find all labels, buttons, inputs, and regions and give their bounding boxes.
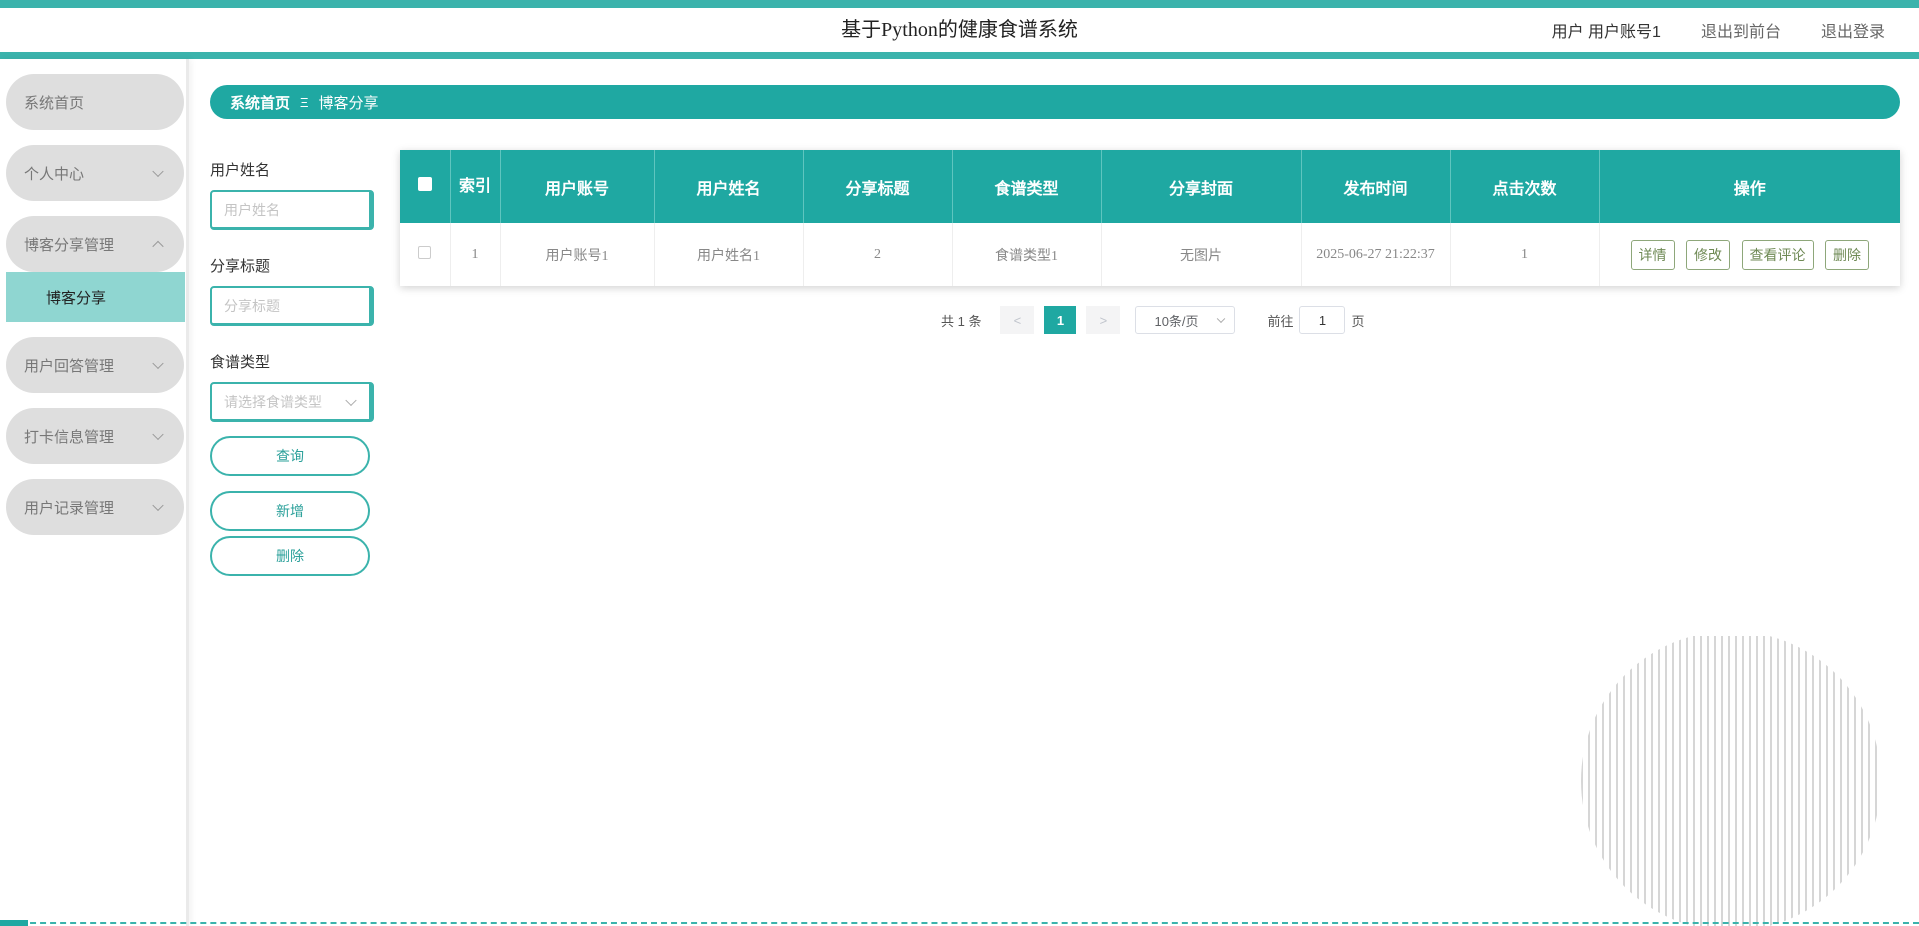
- goto-suffix: 页: [1351, 313, 1365, 329]
- view-comments-button[interactable]: 查看评论: [1741, 239, 1814, 270]
- chevron-down-icon: [152, 165, 164, 178]
- detail-button[interactable]: 详情: [1630, 239, 1675, 270]
- pagination-total: 共 1 条: [941, 313, 982, 329]
- chevron-down-icon: [152, 499, 164, 512]
- exit-to-front-link[interactable]: 退出到前台: [1701, 18, 1781, 42]
- sidebar-item-label: 用户回答管理: [24, 357, 115, 375]
- cell-cover: 无图片: [1101, 223, 1302, 286]
- username-input[interactable]: [224, 201, 354, 218]
- top-accent-bar: [0, 0, 1919, 8]
- sidebar-item-label: 打卡信息管理: [24, 428, 115, 446]
- share-title-input[interactable]: [224, 297, 354, 314]
- chevron-down-icon: [1217, 314, 1226, 324]
- cell-index: 1: [450, 223, 501, 286]
- cell-title: 2: [803, 223, 953, 286]
- username-label: 用户姓名: [210, 162, 271, 179]
- decorative-striped-circle: [1581, 636, 1877, 926]
- cell-clicks: 1: [1450, 223, 1600, 286]
- sidebar-item-label: 系统首页: [24, 94, 85, 112]
- recipe-type-placeholder: 请选择食谱类型: [224, 393, 322, 410]
- table-header-row: 索引 用户账号 用户姓名 分享标题 食谱类型 分享封面 发布时间 点击次数 操作: [400, 150, 1900, 223]
- share-title-label: 分享标题: [210, 258, 271, 275]
- column-header: 点击次数: [1450, 150, 1600, 223]
- sidebar-item-user-answer-management[interactable]: 用户回答管理: [6, 337, 184, 393]
- sidebar-subitem-blog-share[interactable]: 博客分享: [6, 272, 185, 322]
- header-actions: 用户 用户账号1 退出到前台 退出登录: [1552, 8, 1885, 52]
- cell-actions: 详情 修改 查看评论 删除: [1599, 223, 1900, 286]
- row-select-cell: [400, 223, 451, 286]
- query-button[interactable]: 查询: [210, 436, 370, 476]
- chevron-up-icon: [152, 240, 164, 253]
- breadcrumb-separator-icon: Ξ: [300, 94, 309, 110]
- sidebar-item-personal-center[interactable]: 个人中心: [6, 145, 184, 201]
- chevron-down-icon: [152, 428, 164, 441]
- row-checkbox[interactable]: [418, 245, 432, 259]
- page-number-current[interactable]: 1: [1044, 306, 1077, 334]
- sidebar-item-checkin-management[interactable]: 打卡信息管理: [6, 408, 184, 464]
- sidebar-menu: 系统首页 个人中心 博客分享管理 博客分享 用户回答管理 打卡信息管理 用户记录…: [6, 74, 185, 550]
- page-size-value: 10条/页: [1154, 313, 1199, 329]
- select-all-header: [400, 150, 451, 223]
- delete-selected-button[interactable]: 删除: [210, 536, 370, 576]
- recipe-type-label: 食谱类型: [210, 354, 271, 371]
- goto-page-input[interactable]: 1: [1299, 306, 1346, 334]
- breadcrumb: 系统首页 Ξ 博客分享: [210, 85, 1900, 119]
- column-header: 操作: [1599, 150, 1900, 223]
- column-header: 分享标题: [803, 150, 953, 223]
- table-row: 1 用户账号1 用户姓名1 2 食谱类型1 无图片 2025-06-27 21:…: [400, 223, 1900, 286]
- breadcrumb-home[interactable]: 系统首页: [230, 92, 290, 113]
- search-form: 用户姓名 分享标题 食谱类型 请选择食谱类型 查询 新增 删除: [210, 160, 375, 576]
- page-size-select[interactable]: 10条/页: [1135, 306, 1236, 334]
- bottom-accent-mark: [0, 920, 28, 926]
- column-header: 食谱类型: [952, 150, 1102, 223]
- column-header: 发布时间: [1301, 150, 1451, 223]
- data-table: 索引 用户账号 用户姓名 分享标题 食谱类型 分享封面 发布时间 点击次数 操作…: [400, 150, 1900, 286]
- username-field-wrapper: [210, 190, 374, 230]
- bottom-dashed-line: [0, 922, 1919, 924]
- logout-link[interactable]: 退出登录: [1821, 18, 1885, 42]
- goto-prefix: 前往: [1267, 313, 1294, 329]
- cell-account: 用户账号1: [500, 223, 655, 286]
- sidebar-item-label: 个人中心: [24, 165, 85, 183]
- cell-name: 用户姓名1: [654, 223, 804, 286]
- sidebar-item-label: 用户记录管理: [24, 499, 115, 517]
- add-button[interactable]: 新增: [210, 491, 370, 531]
- cell-type: 食谱类型1: [952, 223, 1102, 286]
- chevron-down-icon: [345, 394, 357, 406]
- pagination: 共 1 条 < 1 > 10条/页 前往 1 页: [941, 306, 1365, 334]
- delete-row-button[interactable]: 删除: [1825, 239, 1869, 270]
- breadcrumb-current: 博客分享: [318, 94, 379, 112]
- select-all-checkbox[interactable]: [417, 177, 432, 191]
- edit-button[interactable]: 修改: [1686, 239, 1730, 270]
- chevron-down-icon: [152, 357, 164, 370]
- column-header: 索引: [450, 150, 501, 223]
- column-header: 用户账号: [500, 150, 655, 223]
- recipe-type-select[interactable]: 请选择食谱类型: [210, 382, 374, 422]
- goto-page: 前往 1 页: [1267, 306, 1365, 334]
- current-user-label: 用户 用户账号1: [1551, 24, 1661, 41]
- cell-time: 2025-06-27 21:22:37: [1301, 223, 1451, 286]
- sidebar-item-label: 博客分享管理: [24, 236, 115, 254]
- share-title-field-wrapper: [210, 286, 374, 326]
- column-header: 用户姓名: [654, 150, 804, 223]
- sidebar-item-blog-share-management[interactable]: 博客分享管理: [6, 216, 184, 272]
- header-bottom-bar: [0, 52, 1919, 59]
- sidebar-item-user-record-management[interactable]: 用户记录管理: [6, 479, 184, 535]
- column-header: 分享封面: [1101, 150, 1302, 223]
- next-page-button[interactable]: >: [1086, 306, 1121, 334]
- sidebar-item-home[interactable]: 系统首页: [6, 74, 184, 130]
- prev-page-button[interactable]: <: [1000, 306, 1035, 334]
